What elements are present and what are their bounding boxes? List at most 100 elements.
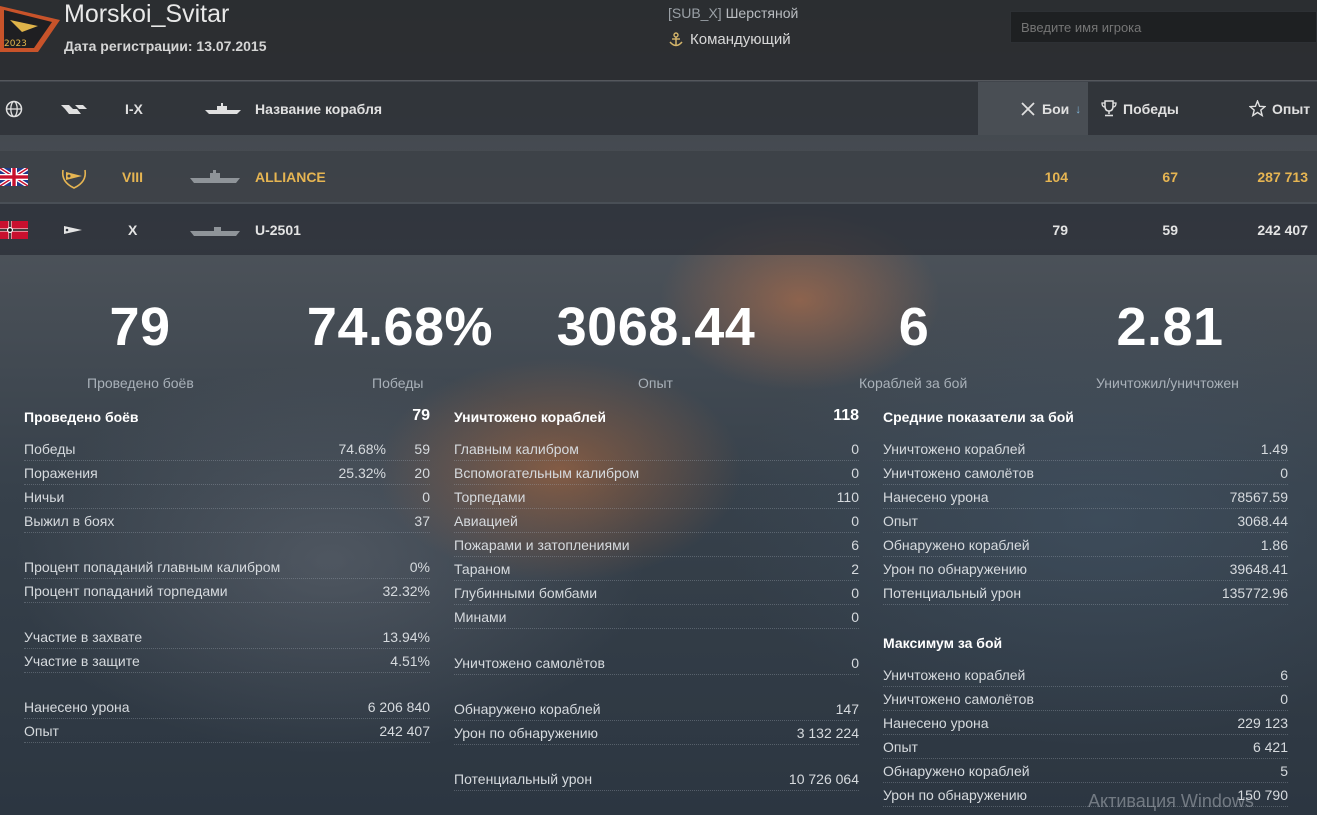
- stat-value: 118: [833, 407, 859, 424]
- stat-label: Глубинными бомбами: [454, 585, 598, 601]
- uk-flag-icon: [0, 151, 28, 202]
- player-name: Morskoi_Svitar: [64, 0, 230, 28]
- summary-kd-label: Уничтожил/уничтожен: [1096, 375, 1239, 391]
- stat-label: Уничтожено кораблей: [883, 441, 1026, 457]
- stat-label: Процент попаданий торпедами: [24, 583, 228, 599]
- windows-activation-watermark: Активация Windows: [1088, 791, 1254, 811]
- clan-name[interactable]: Шерстяной: [726, 5, 799, 21]
- ship-tier: X: [128, 221, 138, 238]
- crossed-swords-icon: [1020, 101, 1036, 117]
- stat-value: 37: [414, 513, 430, 529]
- summary-ships-per-battle-value: 6: [898, 297, 930, 357]
- stat-label: Нанесено урона: [24, 699, 130, 715]
- sort-exp-button[interactable]: Опыт: [1249, 82, 1310, 135]
- stat-value: 4.51%: [390, 653, 430, 669]
- clan-logo-icon: 2023: [0, 2, 60, 54]
- ship-row-u2501[interactable]: X U-2501 79 59 242 407: [0, 204, 1317, 255]
- summary-exp-label: Опыт: [638, 375, 673, 391]
- stat-value: 5: [1280, 763, 1288, 779]
- anchor-icon: [668, 31, 684, 48]
- clan-rank: Командующий: [668, 31, 791, 48]
- ship-type-filter[interactable]: [61, 82, 87, 135]
- stat-row: Опыт 242 407: [24, 719, 430, 743]
- stat-label: Нанесено урона: [883, 715, 989, 731]
- summary-kd-value: 2.81: [1116, 297, 1224, 357]
- stat-row: Уничтожено кораблей 6: [883, 663, 1288, 687]
- stat-value: 6: [1280, 667, 1288, 683]
- stat-value: 59: [414, 441, 430, 457]
- ship-name[interactable]: ALLIANCE: [255, 151, 326, 202]
- ship-battles: 79: [1052, 221, 1068, 238]
- stat-label: Потенциальный урон: [883, 585, 1022, 601]
- stat-row: Уничтожено самолётов 0: [883, 687, 1288, 711]
- tier-filter[interactable]: I-X: [125, 82, 143, 135]
- stat-row: Выжил в боях 37: [24, 509, 430, 533]
- summary-battles-value: 79: [109, 297, 171, 357]
- stat-label: Нанесено урона: [883, 489, 989, 505]
- stat-label: Авиацией: [454, 513, 518, 529]
- stat-value: 0%: [409, 559, 430, 575]
- stat-label: Участие в защите: [24, 653, 140, 669]
- stat-label: Торпедами: [454, 489, 526, 505]
- stat-value: 0: [851, 585, 859, 601]
- ship-exp: 242 407: [1257, 221, 1308, 238]
- stat-value: 242 407: [379, 723, 430, 739]
- stat-value: 0: [851, 465, 859, 481]
- stat-value: 1.86: [1260, 537, 1288, 553]
- battles-header: Бои: [1042, 100, 1070, 117]
- rank-label: Командующий: [690, 31, 791, 48]
- summary-exp-value: 3068.44: [556, 297, 756, 357]
- ship-name-column[interactable]: Название корабля: [205, 82, 382, 135]
- stat-row: Обнаружено кораблей 147: [454, 697, 859, 721]
- stat-value: 3 132 224: [796, 725, 859, 741]
- stat-label: Победы: [24, 441, 76, 457]
- stat-label: Уничтожено кораблей: [883, 667, 1026, 683]
- stat-label: Главным калибром: [454, 441, 579, 457]
- stat-label: Минами: [454, 609, 507, 625]
- stat-row: Потенциальный урон 135772.96: [883, 581, 1288, 605]
- stat-label: Потенциальный урон: [454, 771, 593, 787]
- stat-percent: 74.68%: [338, 441, 386, 457]
- player-search-input[interactable]: [1010, 11, 1317, 43]
- stat-value: 0: [851, 655, 859, 671]
- star-icon: [1249, 100, 1266, 117]
- stat-label: Уничтожено самолётов: [883, 465, 1034, 481]
- stat-value: 3068.44: [1237, 513, 1288, 529]
- clan-tag[interactable]: [SUB_X]: [668, 5, 722, 21]
- stat-label: Вспомогательным калибром: [454, 465, 640, 481]
- nation-filter[interactable]: [5, 82, 23, 135]
- stat-label: Опыт: [883, 513, 918, 529]
- registration-date: Дата регистрации: 13.07.2015: [64, 38, 267, 54]
- submarine-icon: [64, 204, 84, 255]
- ships-table-header: I-X Название корабля Бои ↓ Победы Опыт: [0, 82, 1317, 135]
- stat-value: 20: [414, 465, 430, 481]
- sort-battles-button[interactable]: Бои ↓: [1020, 82, 1081, 135]
- stat-row: Процент попаданий главным калибром 0%: [24, 555, 430, 579]
- stat-label: Опыт: [883, 739, 918, 755]
- stat-value: 0: [851, 513, 859, 529]
- summary-battles-label: Проведено боёв: [87, 375, 194, 391]
- clan-info[interactable]: [SUB_X] Шерстяной: [668, 5, 798, 21]
- stat-label: Средние показатели за бой: [883, 409, 1074, 425]
- stat-value: 13.94%: [382, 629, 430, 645]
- stat-label: Урон по обнаружению: [454, 725, 599, 741]
- stat-row: Нанесено урона 6 206 840: [24, 695, 430, 719]
- ship-row-alliance[interactable]: VIII ALLIANCE 104 67 287 713: [0, 151, 1317, 202]
- stat-label: Ничьи: [24, 489, 65, 505]
- trophy-icon: [1101, 100, 1117, 117]
- stat-label: Уничтожено самолётов: [454, 655, 605, 671]
- summary-wins-value: 74.68%: [306, 297, 494, 357]
- destroyed-stats-column: Уничтожено кораблей 118 Главным калибром…: [454, 405, 859, 791]
- ship-name[interactable]: U-2501: [255, 204, 301, 255]
- submarine-premium-icon: [60, 151, 88, 202]
- stat-row: Участие в защите 4.51%: [24, 649, 430, 673]
- sort-wins-button[interactable]: Победы: [1101, 82, 1179, 135]
- stat-value: 78567.59: [1229, 489, 1288, 505]
- stat-label: Урон по обнаружению: [883, 561, 1028, 577]
- tier-range-label: I-X: [125, 100, 143, 117]
- stat-row: Ничьи 0: [24, 485, 430, 509]
- stat-value: 0: [1280, 465, 1288, 481]
- stat-label: Обнаружено кораблей: [883, 537, 1030, 553]
- stat-row: Победы 74.68% 59: [24, 437, 430, 461]
- stat-value: 0: [422, 489, 430, 505]
